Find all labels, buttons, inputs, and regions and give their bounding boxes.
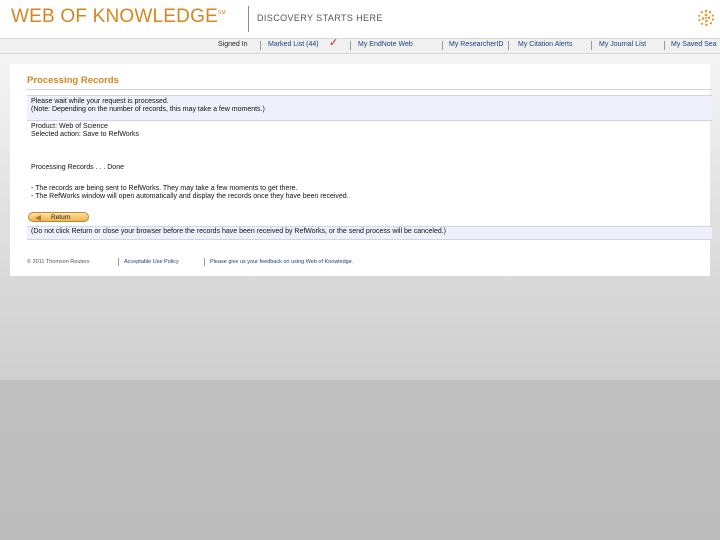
- wait-message-line-2: (Note: Depending on the number of record…: [31, 106, 265, 113]
- nav-divider: [350, 41, 351, 50]
- product-label: Product: Web of Science: [31, 123, 108, 130]
- footer-privacy-link[interactable]: Acceptable Use Policy: [124, 259, 179, 265]
- return-button-label: Return: [51, 214, 71, 221]
- return-button[interactable]: Return: [28, 212, 89, 222]
- nav-citation-alerts[interactable]: My Citation Alerts: [518, 41, 572, 48]
- nav-saved-searches[interactable]: My Saved Sea: [671, 41, 717, 48]
- info-line-2: - The RefWorks window will open automati…: [31, 193, 349, 200]
- thomson-reuters-globe-icon: [698, 9, 715, 27]
- info-line-1: - The records are being sent to RefWorks…: [31, 185, 298, 192]
- nav-divider: [260, 41, 261, 50]
- header-bar: WEB OF KNOWLEDGESM DISCOVERY STARTS HERE: [0, 0, 720, 38]
- signed-in-label: Signed In: [218, 41, 248, 48]
- warning-message: (Do not click Return or close your brows…: [31, 228, 447, 235]
- footer-divider: [118, 258, 119, 266]
- logo-divider: [248, 6, 249, 32]
- footer-divider: [204, 258, 205, 266]
- title-divider: [27, 89, 712, 90]
- footer-copyright: © 2011 Thomson Reuters: [27, 259, 90, 265]
- web-of-knowledge-logo[interactable]: WEB OF KNOWLEDGESM: [11, 6, 226, 28]
- back-arrow-icon: [35, 215, 41, 221]
- footer-feedback-link[interactable]: Please give us your feedback on using We…: [210, 259, 353, 265]
- selected-action-label: Selected action: Save to RefWorks: [31, 131, 140, 138]
- wait-message-line-1: Please wait while your request is proces…: [31, 98, 169, 105]
- nav-divider: [664, 41, 665, 50]
- tagline: DISCOVERY STARTS HERE: [257, 13, 383, 23]
- nav-divider: [508, 41, 509, 50]
- nav-marked-list[interactable]: Marked List (44): [268, 41, 319, 48]
- logo-trademark: SM: [217, 10, 226, 16]
- nav-journal-list[interactable]: My Journal List: [599, 41, 646, 48]
- page-title: Processing Records: [27, 75, 119, 86]
- nav-endnote-web[interactable]: My EndNote Web: [358, 41, 413, 48]
- processing-status: Processing Records . . . Done: [31, 164, 124, 171]
- nav-divider: [591, 41, 592, 50]
- logo-text: WEB OF KNOWLEDGE: [11, 6, 218, 27]
- checkmark-icon: ✓: [329, 37, 339, 49]
- nav-researcherid[interactable]: My ResearcherID: [449, 41, 503, 48]
- nav-divider: [442, 41, 443, 50]
